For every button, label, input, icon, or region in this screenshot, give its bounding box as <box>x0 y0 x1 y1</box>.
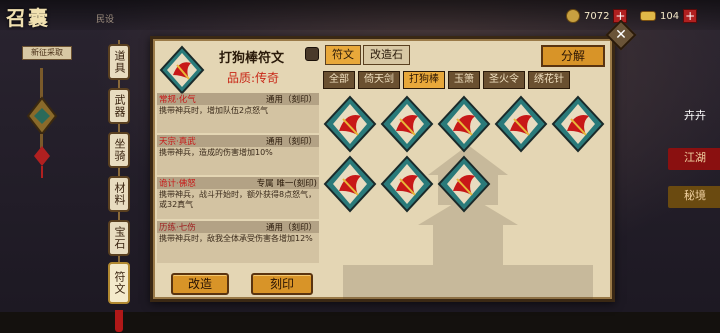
decompose-button[interactable]: 分解 <box>541 45 605 67</box>
tab-props[interactable]: 道具 <box>108 44 130 80</box>
effect-desc: 携带神兵，造成的伤害增加10% <box>159 148 273 157</box>
effect-tag: 专属 唯一(刻印) <box>256 179 317 189</box>
tab-mounts[interactable]: 坐骑 <box>108 132 130 168</box>
top-subtitle: 民设 <box>96 15 115 25</box>
rune-panel: 打狗棒符文 品质:传奇 常规·化气 通用（刻印） 携带神兵时，增加队伍2点怒气 … <box>150 36 615 302</box>
rune-grid <box>323 95 612 215</box>
engrave-button[interactable]: 刻印 <box>251 273 313 295</box>
effect-name: 天宗·真武 <box>159 137 196 147</box>
tab-reforge-stone[interactable]: 改造石 <box>363 45 410 65</box>
stamp-label: 新征采取 <box>22 46 72 60</box>
reforge-button[interactable]: 改造 <box>171 273 229 295</box>
effect-tag: 通用（刻印） <box>265 137 317 147</box>
filter-dog-staff[interactable]: 打狗棒 <box>403 71 445 89</box>
rune-title: 打狗棒符文 <box>219 51 285 66</box>
rune-slot-icon[interactable] <box>551 95 605 153</box>
side-entry-jianghu[interactable]: 江湖 <box>668 148 720 170</box>
rune-slot-icon[interactable] <box>323 155 377 213</box>
effect-entry: 历练·七伤 通用（刻印） 携带神兵时，敌我全体承受伤害各增加12% <box>157 221 319 263</box>
effect-tag: 通用（刻印） <box>265 223 317 233</box>
rune-slot-icon[interactable] <box>437 95 491 153</box>
rune-slot-icon[interactable] <box>494 95 548 153</box>
lock-icon[interactable] <box>305 47 319 61</box>
rune-slot-icon[interactable] <box>323 95 377 153</box>
bottom-strip <box>0 312 720 333</box>
close-icon: ✕ <box>615 27 627 43</box>
tab-runes[interactable]: 符文 <box>108 262 130 304</box>
rune-quality: 品质:传奇 <box>227 71 280 85</box>
effect-name: 诡计·佛怒 <box>159 179 196 189</box>
rune-slot-icon[interactable] <box>380 95 434 153</box>
filter-yitian-sword[interactable]: 倚天剑 <box>358 71 400 89</box>
effect-entry: 诡计·佛怒 专属 唯一(刻印) 携带神兵，战斗开始时，额外获得8点怒气，或32真… <box>157 177 319 219</box>
tab-gems[interactable]: 宝石 <box>108 220 130 256</box>
rune-emblem-icon <box>159 45 205 95</box>
tab-weapons[interactable]: 武器 <box>108 88 130 124</box>
effect-entry: 常规·化气 通用（刻印） 携带神兵时，增加队伍2点怒气 <box>157 93 319 133</box>
filter-all[interactable]: 全部 <box>323 71 355 89</box>
tab-materials[interactable]: 材料 <box>108 176 130 212</box>
gold-counter: 104 + <box>640 8 698 24</box>
side-tab-bar: 道具 武器 坐骑 材料 宝石 符文 <box>104 40 136 332</box>
top-tab-bar: 符文 改造石 <box>325 45 412 65</box>
coin-icon <box>566 9 580 23</box>
coin-value: 7072 <box>584 10 610 22</box>
effect-desc: 携带神兵时，增加队伍2点怒气 <box>159 106 269 115</box>
filter-holy-fire[interactable]: 圣火令 <box>483 71 525 89</box>
effect-name: 历练·七伤 <box>159 223 196 233</box>
effect-tag: 通用（刻印） <box>265 95 317 105</box>
effect-desc: 携带神兵时，敌我全体承受伤害各增加12% <box>159 234 313 243</box>
rune-slot-icon[interactable] <box>437 155 491 213</box>
effect-name: 常规·化气 <box>159 95 196 105</box>
filter-embroidery-needle[interactable]: 绣花针 <box>528 71 570 89</box>
effects-list: 常规·化气 通用（刻印） 携带神兵时，增加队伍2点怒气 天宗·真武 通用（刻印）… <box>157 93 319 265</box>
filter-tab-bar: 全部 倚天剑 打狗棒 玉箫 圣火令 绣花针 <box>323 71 573 89</box>
gold-value: 104 <box>660 10 680 22</box>
add-gold-button[interactable]: + <box>683 9 698 23</box>
side-entry-1[interactable]: 卉卉 <box>668 106 720 128</box>
effect-desc: 携带神兵，战斗开始时，额外获得8点怒气，或32真气 <box>159 190 317 209</box>
gold-ingot-icon <box>640 11 656 21</box>
tassel-ornament <box>115 310 123 332</box>
rune-slot-icon[interactable] <box>380 155 434 213</box>
app-title: 召囊 <box>6 6 50 30</box>
side-entry-mijing[interactable]: 秘境 <box>668 186 720 208</box>
lantern-icon <box>26 68 58 178</box>
filter-jade-flute[interactable]: 玉箫 <box>448 71 480 89</box>
effect-entry: 天宗·真武 通用（刻印） 携带神兵，造成的伤害增加10% <box>157 135 319 175</box>
tab-rune[interactable]: 符文 <box>325 45 361 65</box>
